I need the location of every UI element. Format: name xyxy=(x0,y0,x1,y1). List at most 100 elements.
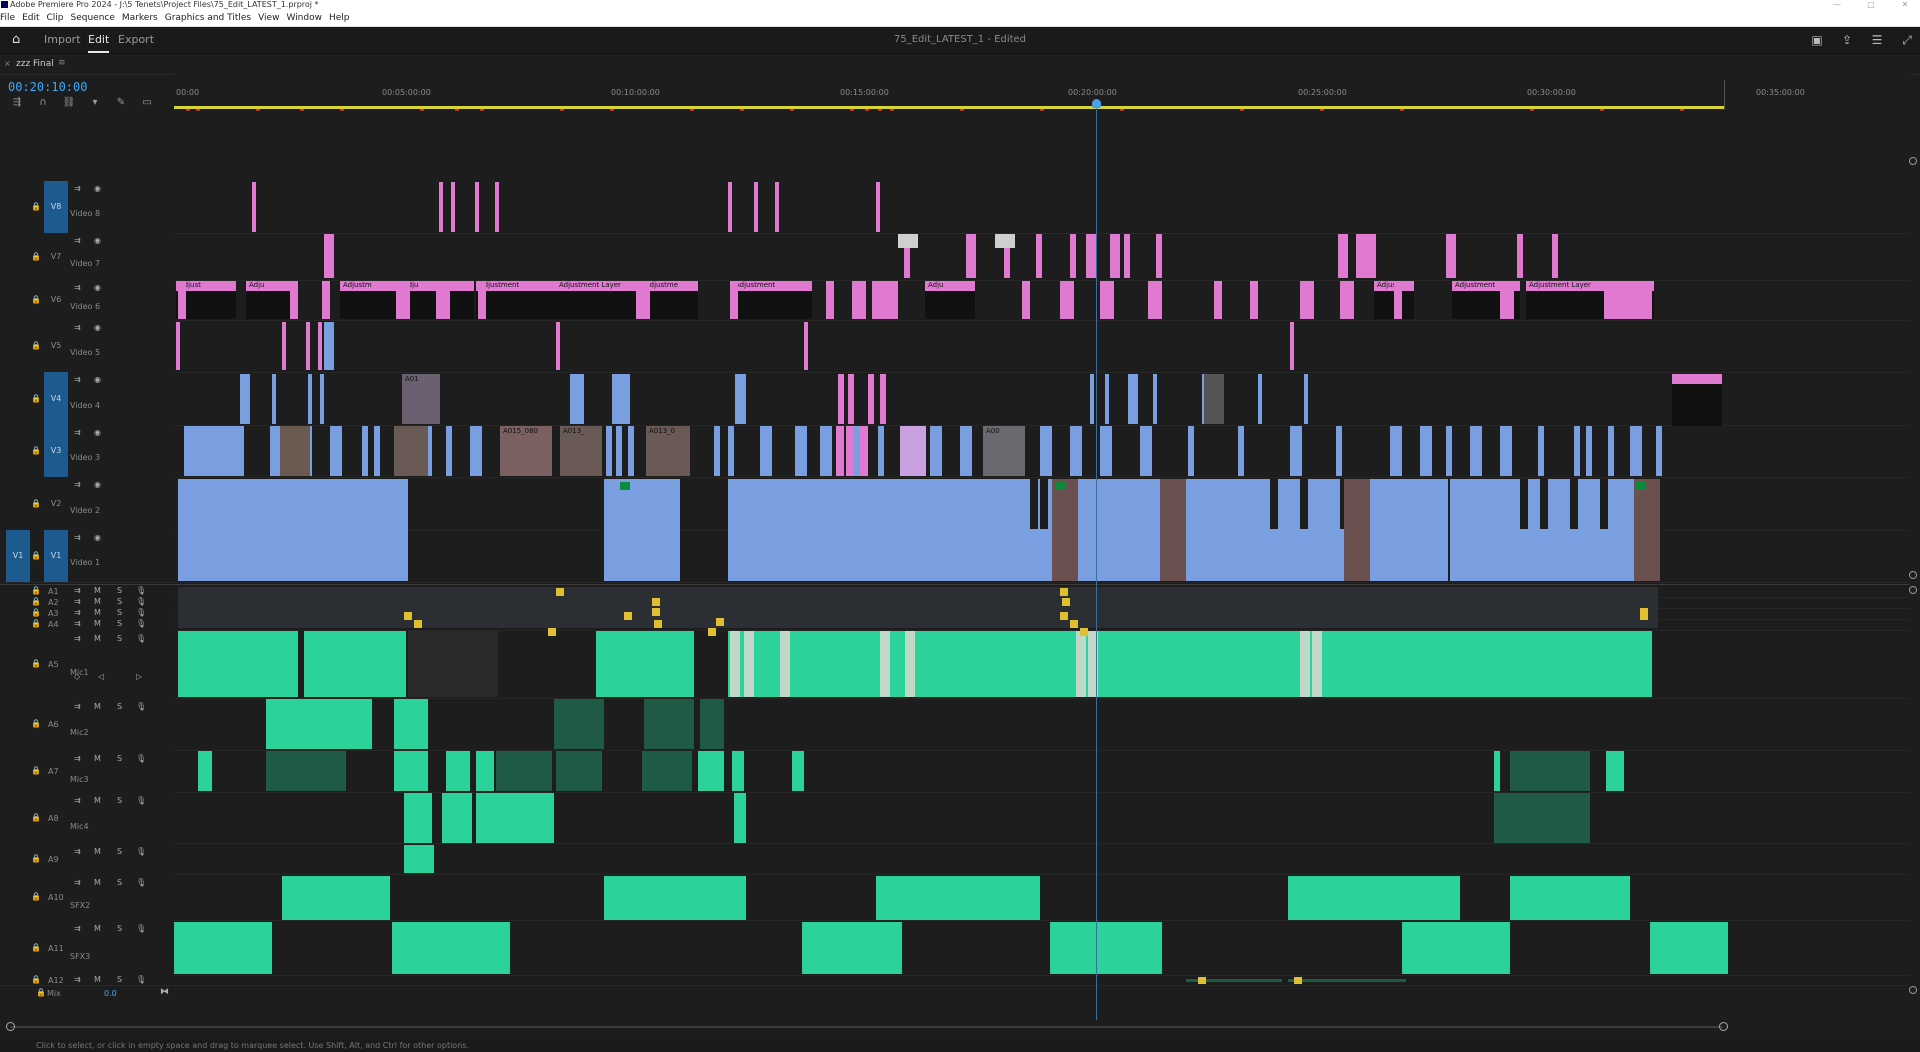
audio-clip-mic2[interactable] xyxy=(554,699,604,749)
video-clip-pink[interactable] xyxy=(880,374,886,424)
audio-clip-mic1[interactable] xyxy=(304,631,406,697)
voice-over-mic-icon[interactable]: 🎙 xyxy=(136,597,146,606)
track-lock-icon[interactable]: 🔒 xyxy=(31,766,41,775)
video-clip-blue[interactable] xyxy=(1153,374,1157,424)
menu-graphics-and-titles[interactable]: Graphics and Titles xyxy=(165,13,251,23)
video-gap[interactable] xyxy=(1600,479,1608,529)
audio-clip-a12[interactable] xyxy=(1288,979,1406,982)
audio-clip-sfx2[interactable] xyxy=(604,876,746,920)
horizontal-zoom-scrollbar[interactable] xyxy=(0,1022,1920,1032)
vscroll-audio-bottom-knob[interactable] xyxy=(1909,986,1917,994)
track-target-a1[interactable]: A1 xyxy=(48,587,59,596)
solo-button[interactable]: S xyxy=(117,634,122,643)
linked-selection-icon[interactable]: ⛓ xyxy=(62,97,76,109)
video-clip-title[interactable]: 5Tenets xyxy=(1672,374,1722,426)
video-clip-pink[interactable] xyxy=(852,281,866,319)
audio-gap[interactable] xyxy=(408,631,498,697)
video-gap[interactable] xyxy=(580,479,588,529)
sync-lock-icon[interactable]: ⇉ xyxy=(74,184,81,193)
fx-badge[interactable] xyxy=(1198,977,1206,984)
video-clip-blue[interactable] xyxy=(446,426,452,476)
mute-button[interactable]: M xyxy=(94,634,101,643)
mute-button[interactable]: M xyxy=(94,975,101,984)
video-clip-blue-block[interactable] xyxy=(1450,479,1650,581)
track-lock-icon[interactable]: 🔒 xyxy=(31,202,41,211)
video-clip-pink[interactable] xyxy=(1356,234,1376,278)
video-clip-blue[interactable] xyxy=(878,426,884,476)
video-clip-blue[interactable] xyxy=(1336,426,1342,476)
audio-hatched-transition[interactable] xyxy=(744,631,754,697)
video-clip-blue[interactable] xyxy=(1470,426,1482,476)
sync-lock-icon[interactable]: ⇉ xyxy=(74,847,81,856)
video-clip-blue[interactable] xyxy=(1608,426,1614,476)
video-clip-pink[interactable] xyxy=(475,182,479,232)
audio-clip-sfx3[interactable] xyxy=(1050,922,1162,974)
playhead-line[interactable] xyxy=(1096,100,1097,1020)
minimize-button[interactable]: — xyxy=(1830,0,1844,10)
clip-fx-badge[interactable] xyxy=(620,482,630,490)
menu-clip[interactable]: Clip xyxy=(47,13,64,23)
video-clip-pink[interactable] xyxy=(838,374,844,424)
audio-hatched-transition[interactable] xyxy=(1300,631,1310,697)
audio-clip-mic3[interactable] xyxy=(266,751,346,791)
menu-window[interactable]: Window xyxy=(286,13,322,23)
video-clip-pink[interactable] xyxy=(868,374,874,424)
video-clip-pink[interactable] xyxy=(1214,281,1222,319)
audio-hatched-transition[interactable] xyxy=(730,631,740,697)
solo-button[interactable]: S xyxy=(117,847,122,856)
video-gap[interactable] xyxy=(470,479,478,529)
video-clip-a015[interactable]: A015_080 xyxy=(500,426,552,476)
fx-badge[interactable] xyxy=(1060,588,1068,596)
video-clip-pink[interactable] xyxy=(1517,234,1523,278)
panel-menu-icon[interactable]: ☰ xyxy=(1870,33,1884,47)
video-clip-pink[interactable] xyxy=(876,182,880,232)
video-clip-pink[interactable] xyxy=(728,182,732,232)
video-clip-pink[interactable] xyxy=(1124,234,1130,278)
track-target-v3[interactable]: V3 xyxy=(44,425,68,477)
sync-lock-icon[interactable]: ⇉ xyxy=(74,878,81,887)
solo-button[interactable]: S xyxy=(117,619,122,628)
video-clip-blue[interactable] xyxy=(1140,426,1152,476)
close-button[interactable]: ✕ xyxy=(1898,0,1912,10)
video-clip-blue[interactable] xyxy=(1238,426,1244,476)
eye-icon[interactable]: ◉ xyxy=(94,533,101,542)
audio-clip-sfx2[interactable] xyxy=(876,876,1040,920)
video-clip-pink[interactable] xyxy=(1338,234,1348,278)
video-clip-blue[interactable] xyxy=(760,426,772,476)
hscroll-left-knob[interactable] xyxy=(6,1022,15,1031)
video-clip-blue[interactable] xyxy=(930,426,942,476)
track-target-a8[interactable]: A8 xyxy=(48,814,59,823)
work-area-bar[interactable] xyxy=(174,106,1724,109)
video-clip-blue[interactable] xyxy=(626,374,630,424)
video-clip-pink[interactable] xyxy=(754,182,758,232)
video-clip-pink[interactable] xyxy=(178,281,186,319)
sync-lock-icon[interactable]: ⇉ xyxy=(74,975,81,984)
video-clip-blue[interactable] xyxy=(820,426,832,476)
track-lock-icon[interactable]: 🔒 xyxy=(31,586,41,595)
track-target-v2[interactable]: V2 xyxy=(44,477,68,530)
video-clip-pink[interactable] xyxy=(1446,234,1456,278)
video-clip-pink[interactable] xyxy=(1290,322,1294,370)
video-clip-pink[interactable] xyxy=(252,182,256,232)
track-lock-icon[interactable]: 🔒 xyxy=(31,341,41,350)
adjustment-layer-clip[interactable]: Adjustme xyxy=(642,281,698,319)
video-clip-pink[interactable] xyxy=(282,322,286,370)
source-patch-v1[interactable]: V1 xyxy=(6,530,30,582)
audio-clip-mic3[interactable] xyxy=(698,751,724,791)
track-lock-icon[interactable]: 🔒 xyxy=(31,975,41,984)
voice-over-mic-icon[interactable]: 🎙 xyxy=(136,754,146,763)
video-clip-blue[interactable] xyxy=(324,322,334,370)
track-lock-icon[interactable]: 🔒 xyxy=(31,499,41,508)
solo-button[interactable]: S xyxy=(117,796,122,805)
workspaces-icon[interactable]: ▣ xyxy=(1810,33,1824,47)
audio-hatched-transition[interactable] xyxy=(905,631,915,697)
voice-over-mic-icon[interactable]: 🎙 xyxy=(136,608,146,617)
video-gap[interactable] xyxy=(520,479,528,529)
video-clip-blue-block[interactable] xyxy=(604,479,680,581)
sync-lock-icon[interactable]: ⇉ xyxy=(74,428,81,437)
video-clip-blue[interactable] xyxy=(272,374,276,424)
audio-clip-mic1[interactable] xyxy=(178,631,298,697)
track-lock-icon[interactable]: 🔒 xyxy=(31,892,41,901)
video-clip-pink[interactable] xyxy=(860,426,868,476)
track-target-a7[interactable]: A7 xyxy=(48,767,59,776)
